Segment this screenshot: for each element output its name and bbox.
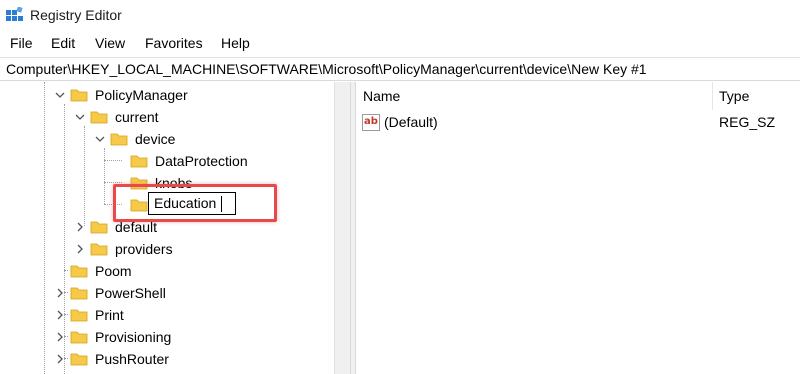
folder-icon	[110, 133, 128, 146]
folder-icon	[70, 265, 88, 278]
tree-scrollbar[interactable]	[334, 82, 350, 374]
menu-help[interactable]: Help	[221, 35, 250, 51]
column-header-type[interactable]: Type	[719, 88, 749, 104]
tree-node-label: PolicyManager	[95, 87, 188, 103]
text-caret	[221, 196, 222, 212]
folder-icon	[130, 177, 148, 190]
title-bar: Registry Editor	[0, 0, 800, 32]
tree-node-label: Provisioning	[95, 329, 172, 345]
tree-guide-line	[84, 126, 85, 226]
column-header-name[interactable]: Name	[363, 88, 400, 104]
menu-favorites[interactable]: Favorites	[145, 35, 203, 51]
folder-icon	[90, 111, 108, 124]
value-name: (Default)	[384, 114, 438, 130]
tree-node-provisioning[interactable]: Provisioning	[52, 326, 252, 348]
tree-node-providers[interactable]: providers	[72, 238, 272, 260]
value-row[interactable]: ab (Default) REG_SZ	[360, 112, 800, 134]
tree-node-label: DataProtection	[155, 153, 248, 169]
chevron-down-icon[interactable]	[54, 89, 66, 101]
tree-node-policymanager[interactable]: PolicyManager	[52, 84, 252, 106]
folder-icon	[70, 287, 88, 300]
folder-icon	[130, 199, 148, 212]
chevron-right-icon[interactable]	[54, 331, 66, 343]
folder-icon	[90, 221, 108, 234]
tree-node-device[interactable]: device	[92, 128, 292, 150]
tree-guide-line	[104, 148, 105, 204]
folder-icon	[90, 243, 108, 256]
tree-node-label: Print	[95, 307, 124, 323]
tree-node-powershell[interactable]: PowerShell	[52, 282, 252, 304]
folder-icon	[70, 331, 88, 344]
tree-node-dataprotection[interactable]: DataProtection	[112, 150, 312, 172]
menu-view[interactable]: View	[95, 35, 125, 51]
chevron-right-icon[interactable]	[54, 353, 66, 365]
string-value-icon: ab	[362, 114, 380, 131]
tree-node-knobs[interactable]: knobs	[112, 172, 312, 194]
rename-input[interactable]: Education	[148, 192, 236, 215]
tree-node-pushrouter[interactable]: PushRouter	[52, 348, 252, 370]
window-title: Registry Editor	[30, 7, 122, 23]
menu-file[interactable]: File	[10, 35, 33, 51]
address-bar[interactable]: Computer\HKEY_LOCAL_MACHINE\SOFTWARE\Mic…	[0, 57, 800, 81]
folder-icon	[130, 155, 148, 168]
tree-node-current[interactable]: current	[72, 106, 272, 128]
chevron-down-icon[interactable]	[94, 133, 106, 145]
tree-node-label: PowerShell	[95, 285, 166, 301]
menu-edit[interactable]: Edit	[51, 35, 75, 51]
tree-node-label: current	[115, 109, 159, 125]
tree-node-new-key[interactable]	[112, 194, 152, 216]
address-path[interactable]: Computer\HKEY_LOCAL_MACHINE\SOFTWARE\Mic…	[6, 61, 647, 77]
folder-icon	[70, 89, 88, 102]
chevron-right-icon[interactable]	[74, 221, 86, 233]
tree-node-label: device	[135, 131, 176, 147]
folder-icon	[70, 309, 88, 322]
tree-node-label: knobs	[155, 175, 193, 191]
tree-node-label: PushRouter	[95, 351, 169, 367]
column-divider[interactable]	[712, 82, 713, 110]
tree-node-label: default	[115, 219, 158, 235]
tree-node-label: Poom	[95, 263, 132, 279]
regedit-icon	[6, 7, 23, 21]
menu-bar: File Edit View Favorites Help	[0, 32, 800, 56]
chevron-right-icon[interactable]	[74, 243, 86, 255]
value-type: REG_SZ	[719, 114, 776, 130]
folder-icon	[70, 353, 88, 366]
rename-value[interactable]: Education	[154, 195, 216, 211]
tree-node-poom[interactable]: Poom	[52, 260, 252, 282]
chevron-right-icon[interactable]	[54, 287, 66, 299]
tree-guide-line	[44, 82, 45, 374]
tree-node-default[interactable]: default	[72, 216, 272, 238]
tree-node-print[interactable]: Print	[52, 304, 252, 326]
chevron-down-icon[interactable]	[74, 111, 86, 123]
chevron-right-icon[interactable]	[54, 309, 66, 321]
tree-node-label: providers	[115, 241, 173, 257]
